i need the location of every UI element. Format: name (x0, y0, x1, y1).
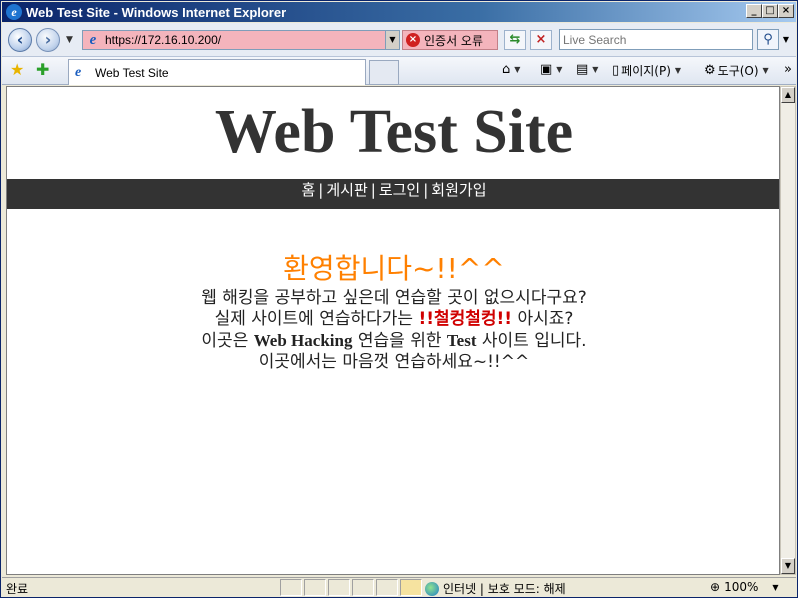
status-panel (376, 579, 398, 596)
intro-text: 웹 해킹을 공부하고 싶은데 연습할 곳이 없으시다구요? 실제 사이트에 연습… (7, 288, 779, 373)
search-options-dropdown[interactable]: ▼ (780, 29, 792, 50)
shield-error-icon: × (406, 33, 420, 47)
browser-window: e Web Test Site - Windows Internet Explo… (0, 0, 798, 598)
status-panel (304, 579, 326, 596)
printer-icon: ▤ (576, 62, 589, 77)
nav-home-link[interactable]: 홈 (301, 181, 315, 199)
intro-line-1: 웹 해킹을 공부하고 싶은데 연습할 곳이 없으시다구요? (201, 288, 587, 308)
stop-button[interactable]: × (530, 30, 552, 50)
search-icon[interactable]: ⚲ (757, 29, 779, 50)
page-viewport: Web Test Site 홈 | 게시판 | 로그인 | 회원가입 환영합니다~!!^^ … (6, 86, 780, 575)
page-menu-button[interactable]: ▯ 페이지(P) ▼ (612, 62, 681, 79)
window-title: Web Test Site - Windows Internet Explore… (26, 4, 287, 20)
status-panel (328, 579, 350, 596)
vertical-scrollbar[interactable]: ▲ ▼ (780, 86, 796, 575)
home-button[interactable]: ⌂ ▼ (502, 62, 520, 77)
address-bar[interactable]: e https://172.16.10.200/ ▼ (82, 30, 400, 50)
site-title: Web Test Site (214, 98, 574, 166)
tools-menu-label: 도구(O) (717, 64, 759, 78)
add-favorites-icon[interactable]: ✚ (36, 61, 49, 79)
security-zone[interactable]: 인터넷 | 보호 모드: 해제 (425, 580, 566, 597)
intro-line-3-end: 사이트 입니다. (476, 331, 587, 351)
tools-menu-button[interactable]: ⚙ 도구(O) ▼ (704, 62, 769, 79)
search-input[interactable] (560, 30, 752, 49)
ie-page-icon: e (89, 32, 97, 48)
zoom-level: 100% (724, 580, 759, 594)
maximize-button[interactable]: □ (762, 4, 778, 18)
ie-logo-icon: e (6, 4, 22, 20)
more-commands-button[interactable]: » (784, 62, 792, 77)
back-button[interactable]: ‹ (8, 28, 32, 52)
tab-bar: ★ ✚ e Web Test Site ⌂ ▼ ▣ ▼ ▤ ▼ ▯ 페이지(P) ▼ ⚙ 도… (2, 57, 796, 85)
nav-login-link[interactable]: 로그인 (379, 181, 420, 199)
magnifier-icon: ⊕ (710, 580, 721, 594)
tab-title: Web Test Site (95, 65, 169, 80)
title-bar: e Web Test Site - Windows Internet Explo… (2, 2, 796, 22)
globe-icon (425, 581, 439, 596)
nav-board-link[interactable]: 게시판 (326, 181, 367, 199)
page-icon: ▯ (612, 63, 620, 78)
rss-icon: ▣ (540, 62, 553, 77)
status-bar: 완료 인터넷 | 보호 모드: 해제 ⊕ 100% ▼ (2, 577, 796, 597)
intro-line-3-start: 이곳은 (201, 331, 254, 351)
close-button[interactable]: × (778, 4, 794, 18)
zoom-dropdown-arrow: ▼ (772, 582, 779, 592)
certificate-error-label: 인증서 오류 (424, 33, 484, 48)
scroll-down-button[interactable]: ▼ (781, 558, 795, 574)
favorites-star-icon[interactable]: ★ (10, 61, 24, 79)
address-url[interactable]: https://172.16.10.200/ (105, 33, 221, 47)
page-menu-label: 페이지(P) (621, 64, 671, 78)
zoom-button[interactable]: ⊕ 100% ▼ (710, 580, 779, 594)
intro-line-3: 이곳은 Web Hacking 연습을 위한 Test 사이트 입니다. (7, 330, 779, 352)
security-report-icon[interactable] (400, 579, 422, 596)
search-box[interactable] (559, 29, 753, 50)
certificate-error-button[interactable]: × 인증서 오류 (402, 30, 498, 50)
warning-text: !!철컹철컹!! (418, 309, 513, 329)
navigation-bar: ‹ › ▼ e https://172.16.10.200/ ▼ × 인증서 오… (2, 23, 796, 57)
print-button[interactable]: ▤ ▼ (576, 62, 598, 77)
forward-button[interactable]: › (36, 28, 60, 52)
chevron-right-icon: » (784, 62, 792, 77)
gear-icon: ⚙ (704, 63, 716, 78)
intro-line-2: 실제 사이트에 연습하다가는 !!철컹철컹!! 아시죠? (7, 309, 779, 330)
address-dropdown-button[interactable]: ▼ (385, 31, 399, 49)
test-text: Test (446, 331, 477, 350)
welcome-heading: 환영합니다~!!^^ (283, 252, 505, 285)
web-hacking-text: Web Hacking (253, 331, 353, 350)
feeds-button[interactable]: ▣ ▼ (540, 62, 562, 77)
tab-web-test-site[interactable]: e Web Test Site (68, 59, 366, 85)
refresh-button[interactable]: ⇆ (504, 30, 526, 50)
security-zone-label: 인터넷 | 보호 모드: 해제 (443, 582, 566, 596)
nav-signup-link[interactable]: 회원가입 (431, 181, 486, 199)
new-tab-button[interactable] (369, 60, 399, 85)
recent-pages-dropdown[interactable]: ▼ (66, 35, 73, 45)
intro-line-3-mid: 연습을 위한 (352, 331, 447, 351)
status-panel (352, 579, 374, 596)
scroll-up-button[interactable]: ▲ (781, 87, 795, 103)
intro-line-4: 이곳에서는 마음껏 연습하세요~!!^^ (258, 352, 530, 372)
home-icon: ⌂ (502, 62, 511, 77)
intro-line-2-start: 실제 사이트에 연습하다가는 (214, 309, 419, 329)
status-panel (280, 579, 302, 596)
intro-line-2-end: 아시죠? (512, 309, 574, 329)
minimize-button[interactable]: _ (746, 4, 762, 18)
site-nav-menu: 홈 | 게시판 | 로그인 | 회원가입 (7, 179, 779, 209)
ie-page-icon: e (75, 64, 82, 80)
status-text: 완료 (6, 582, 29, 596)
